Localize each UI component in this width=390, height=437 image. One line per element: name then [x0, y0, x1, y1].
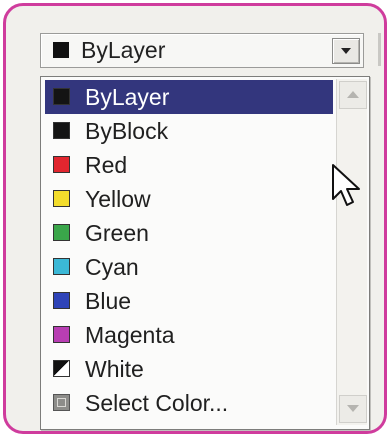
- color-swatch: [53, 190, 70, 207]
- color-swatch: [53, 122, 70, 139]
- color-swatch: [53, 156, 70, 173]
- screenshot-frame: ByLayer ByLayer ByBlock Red Yellow Green: [3, 3, 387, 434]
- color-dropdown-list[interactable]: ByLayer ByBlock Red Yellow Green Cyan Bl…: [40, 76, 370, 430]
- list-item-select-color[interactable]: Select Color...: [45, 386, 333, 420]
- color-swatch: [53, 224, 70, 241]
- list-item-yellow[interactable]: Yellow: [45, 182, 333, 216]
- adjacent-control-edge: [378, 33, 381, 66]
- list-item-label: Green: [85, 220, 149, 246]
- color-swatch: [53, 292, 70, 309]
- list-item-cyan[interactable]: Cyan: [45, 250, 333, 284]
- list-item-byblock[interactable]: ByBlock: [45, 114, 333, 148]
- list-item-label: Magenta: [85, 322, 175, 348]
- mouse-pointer-icon: [332, 164, 360, 206]
- arrow-up-icon: [347, 91, 359, 98]
- chevron-down-icon: [341, 48, 351, 54]
- list-item-label: White: [85, 356, 144, 382]
- list-item-bylayer[interactable]: ByLayer: [45, 80, 333, 114]
- list-item-red[interactable]: Red: [45, 148, 333, 182]
- color-swatch: [53, 258, 70, 275]
- color-swatch: [53, 326, 70, 343]
- dropdown-button[interactable]: [332, 38, 360, 64]
- combo-selected-label: ByLayer: [81, 37, 166, 63]
- list-item-label: Blue: [85, 288, 132, 314]
- combo-color-swatch: [53, 42, 69, 58]
- list-item-label: Red: [85, 152, 128, 178]
- list-item-label: ByLayer: [85, 84, 170, 110]
- vertical-scrollbar[interactable]: [336, 79, 367, 425]
- color-combo-box[interactable]: ByLayer: [40, 33, 364, 68]
- list-item-label: ByBlock: [85, 118, 169, 144]
- list-item-label: Cyan: [85, 254, 139, 280]
- color-swatch: [53, 88, 70, 105]
- list-item-blue[interactable]: Blue: [45, 284, 333, 318]
- select-color-icon: [53, 394, 70, 411]
- list-item-label: Select Color...: [85, 390, 229, 416]
- list-item-label: Yellow: [85, 186, 151, 212]
- list-item-magenta[interactable]: Magenta: [45, 318, 333, 352]
- arrow-down-icon: [347, 405, 359, 412]
- list-item-white[interactable]: White: [45, 352, 333, 386]
- color-swatch: [53, 360, 70, 377]
- scroll-up-button[interactable]: [339, 81, 367, 109]
- list-item-green[interactable]: Green: [45, 216, 333, 250]
- scroll-down-button[interactable]: [339, 395, 367, 423]
